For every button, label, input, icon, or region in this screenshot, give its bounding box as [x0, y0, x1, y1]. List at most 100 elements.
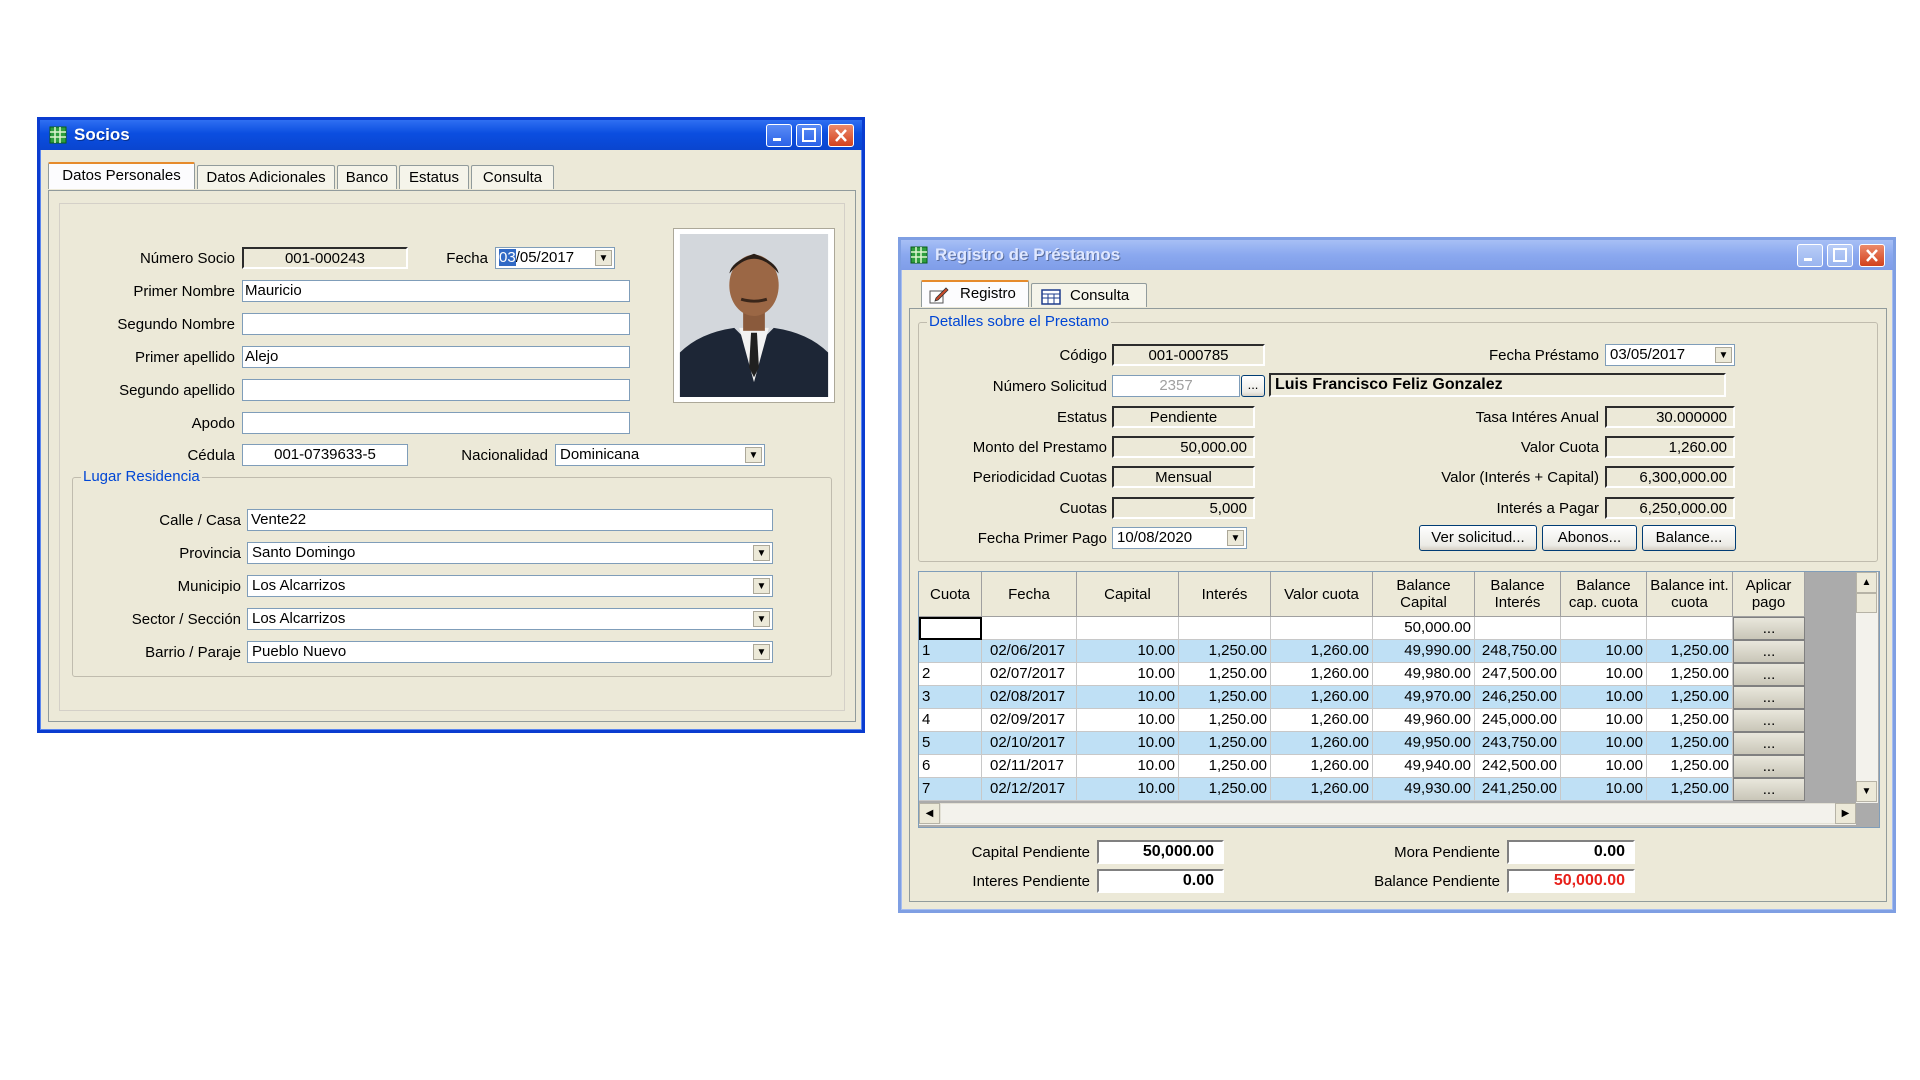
table-cell[interactable]: 246,250.00 [1475, 686, 1561, 709]
table-cell[interactable]: 243,750.00 [1475, 732, 1561, 755]
close-button[interactable] [1859, 244, 1885, 267]
table-cell[interactable]: 10.00 [1077, 732, 1179, 755]
numero-solicitud-field[interactable]: 2357 [1112, 375, 1240, 397]
provincia-select[interactable]: Santo Domingo ▼ [247, 542, 773, 564]
close-button[interactable] [828, 124, 854, 147]
numero-socio-field[interactable]: 001-000243 [242, 247, 408, 269]
ver-solicitud-button[interactable]: Ver solicitud... [1419, 525, 1537, 551]
table-cell[interactable]: 02/07/2017 [982, 663, 1077, 686]
table-cell[interactable]: 10.00 [1077, 778, 1179, 801]
table-cell[interactable]: 49,940.00 [1373, 755, 1475, 778]
table-row[interactable]: 2 02/07/2017 10.00 1,250.00 1,260.00 49,980.0… [919, 663, 1856, 686]
table-cell[interactable]: 1,250.00 [1179, 778, 1271, 801]
table-cell[interactable]: 10.00 [1561, 755, 1647, 778]
table-cell[interactable]: 10.00 [1077, 686, 1179, 709]
scroll-thumb[interactable] [1856, 593, 1877, 613]
table-cell[interactable]: 1,250.00 [1179, 755, 1271, 778]
table-cell[interactable]: 1,260.00 [1271, 709, 1373, 732]
grid-header-cell[interactable]: Balance cap. cuota [1561, 572, 1647, 617]
table-cell[interactable]: 02/10/2017 [982, 732, 1077, 755]
chevron-down-icon[interactable]: ▼ [753, 578, 770, 594]
chevron-down-icon[interactable]: ▼ [1715, 347, 1732, 363]
table-cell[interactable] [1271, 617, 1373, 640]
cedula-field[interactable]: 001-0739633-5 [242, 444, 408, 466]
tab-estatus[interactable]: Estatus [399, 165, 469, 189]
table-cell[interactable]: 49,930.00 [1373, 778, 1475, 801]
tab-consulta[interactable]: Consulta [1031, 283, 1147, 307]
primer-nombre-field[interactable]: Mauricio [242, 280, 630, 302]
table-cell[interactable]: 02/09/2017 [982, 709, 1077, 732]
grid-header-cell[interactable]: Valor cuota [1271, 572, 1373, 617]
primer-apellido-field[interactable]: Alejo [242, 346, 630, 368]
grid-header-cell[interactable]: Aplicar pago [1733, 572, 1805, 617]
segundo-nombre-field[interactable] [242, 313, 630, 335]
tab-datos-adicionales[interactable]: Datos Adicionales [197, 165, 335, 189]
table-cell[interactable]: 1,260.00 [1271, 755, 1373, 778]
table-cell[interactable]: 1,260.00 [1271, 686, 1373, 709]
grid-header-cell[interactable]: Fecha [982, 572, 1077, 617]
table-cell[interactable] [1475, 617, 1561, 640]
table-cell[interactable]: 5 [919, 732, 982, 755]
table-cell[interactable]: 1,260.00 [1271, 640, 1373, 663]
table-row[interactable]: 5 02/10/2017 10.00 1,250.00 1,260.00 49,950.0… [919, 732, 1856, 755]
table-cell[interactable]: 1,250.00 [1647, 755, 1733, 778]
table-cell[interactable]: 1,260.00 [1271, 778, 1373, 801]
table-cell[interactable]: 1,250.00 [1179, 709, 1271, 732]
table-cell[interactable]: 242,500.00 [1475, 755, 1561, 778]
aplicar-pago-button[interactable]: ... [1733, 732, 1805, 755]
periodicidad-field[interactable]: Mensual [1112, 466, 1255, 488]
grid-header-cell[interactable]: Balance int. cuota [1647, 572, 1733, 617]
table-cell[interactable]: 1,250.00 [1179, 686, 1271, 709]
valor-total-field[interactable]: 6,300,000.00 [1605, 466, 1735, 488]
table-cell[interactable] [1647, 617, 1733, 640]
table-cell[interactable]: 10.00 [1077, 755, 1179, 778]
table-cell[interactable]: 49,980.00 [1373, 663, 1475, 686]
table-cell[interactable]: 10.00 [1561, 709, 1647, 732]
table-row[interactable]: 7 02/12/2017 10.00 1,250.00 1,260.00 49,930.0… [919, 778, 1856, 801]
abonos-button[interactable]: Abonos... [1542, 525, 1637, 551]
minimize-button[interactable] [1797, 244, 1823, 267]
table-cell[interactable]: 1 [919, 640, 982, 663]
aplicar-pago-button[interactable]: ... [1733, 663, 1805, 686]
table-cell[interactable]: 1,250.00 [1647, 709, 1733, 732]
table-cell[interactable]: 1,250.00 [1179, 640, 1271, 663]
estatus-field[interactable]: Pendiente [1112, 406, 1255, 428]
table-cell[interactable]: 02/11/2017 [982, 755, 1077, 778]
sector-select[interactable]: Los Alcarrizos ▼ [247, 608, 773, 630]
grid-header-cell[interactable]: Interés [1179, 572, 1271, 617]
maximize-button[interactable] [796, 124, 822, 147]
cuotas-field[interactable]: 5,000 [1112, 497, 1255, 519]
scroll-down-icon[interactable]: ▼ [1856, 781, 1877, 802]
aplicar-pago-button[interactable]: ... [1733, 778, 1805, 801]
scroll-hthumb[interactable] [940, 803, 1840, 824]
table-cell[interactable]: 02/08/2017 [982, 686, 1077, 709]
table-cell[interactable]: 1,250.00 [1179, 732, 1271, 755]
table-cell[interactable]: 1,250.00 [1179, 663, 1271, 686]
table-cell[interactable]: 1,250.00 [1647, 640, 1733, 663]
aplicar-pago-button[interactable]: ... [1733, 709, 1805, 732]
minimize-button[interactable] [766, 124, 792, 147]
table-cell[interactable] [982, 617, 1077, 640]
scroll-right-icon[interactable]: ▶ [1835, 803, 1856, 824]
codigo-field[interactable]: 001-000785 [1112, 344, 1265, 366]
tab-banco[interactable]: Banco [337, 165, 397, 189]
barrio-select[interactable]: Pueblo Nuevo ▼ [247, 641, 773, 663]
browse-solicitud-button[interactable]: ... [1241, 375, 1265, 397]
aplicar-pago-button[interactable]: ... [1733, 686, 1805, 709]
table-cell[interactable]: 3 [919, 686, 982, 709]
table-cell[interactable]: 1,260.00 [1271, 663, 1373, 686]
table-row[interactable]: 4 02/09/2017 10.00 1,250.00 1,260.00 49,960.0… [919, 709, 1856, 732]
table-cell[interactable]: 241,250.00 [1475, 778, 1561, 801]
horizontal-scrollbar[interactable]: ◀ ▶ [919, 803, 1856, 825]
calle-field[interactable]: Vente22 [247, 509, 773, 531]
table-row[interactable]: 3 02/08/2017 10.00 1,250.00 1,260.00 49,970.0… [919, 686, 1856, 709]
vertical-scrollbar[interactable]: ▲ ▼ [1856, 572, 1878, 803]
fecha-primer-pago-picker[interactable]: 10/08/2020 ▼ [1112, 527, 1247, 549]
fecha-date-picker[interactable]: 03/05/2017 ▼ [495, 247, 615, 269]
grid-header-cell[interactable]: Balance Capital [1373, 572, 1475, 617]
table-cell[interactable]: 4 [919, 709, 982, 732]
aplicar-pago-button[interactable]: ... [1733, 640, 1805, 663]
table-cell[interactable]: 1,250.00 [1647, 732, 1733, 755]
scroll-left-icon[interactable]: ◀ [919, 803, 940, 824]
table-cell[interactable]: 1,250.00 [1647, 686, 1733, 709]
